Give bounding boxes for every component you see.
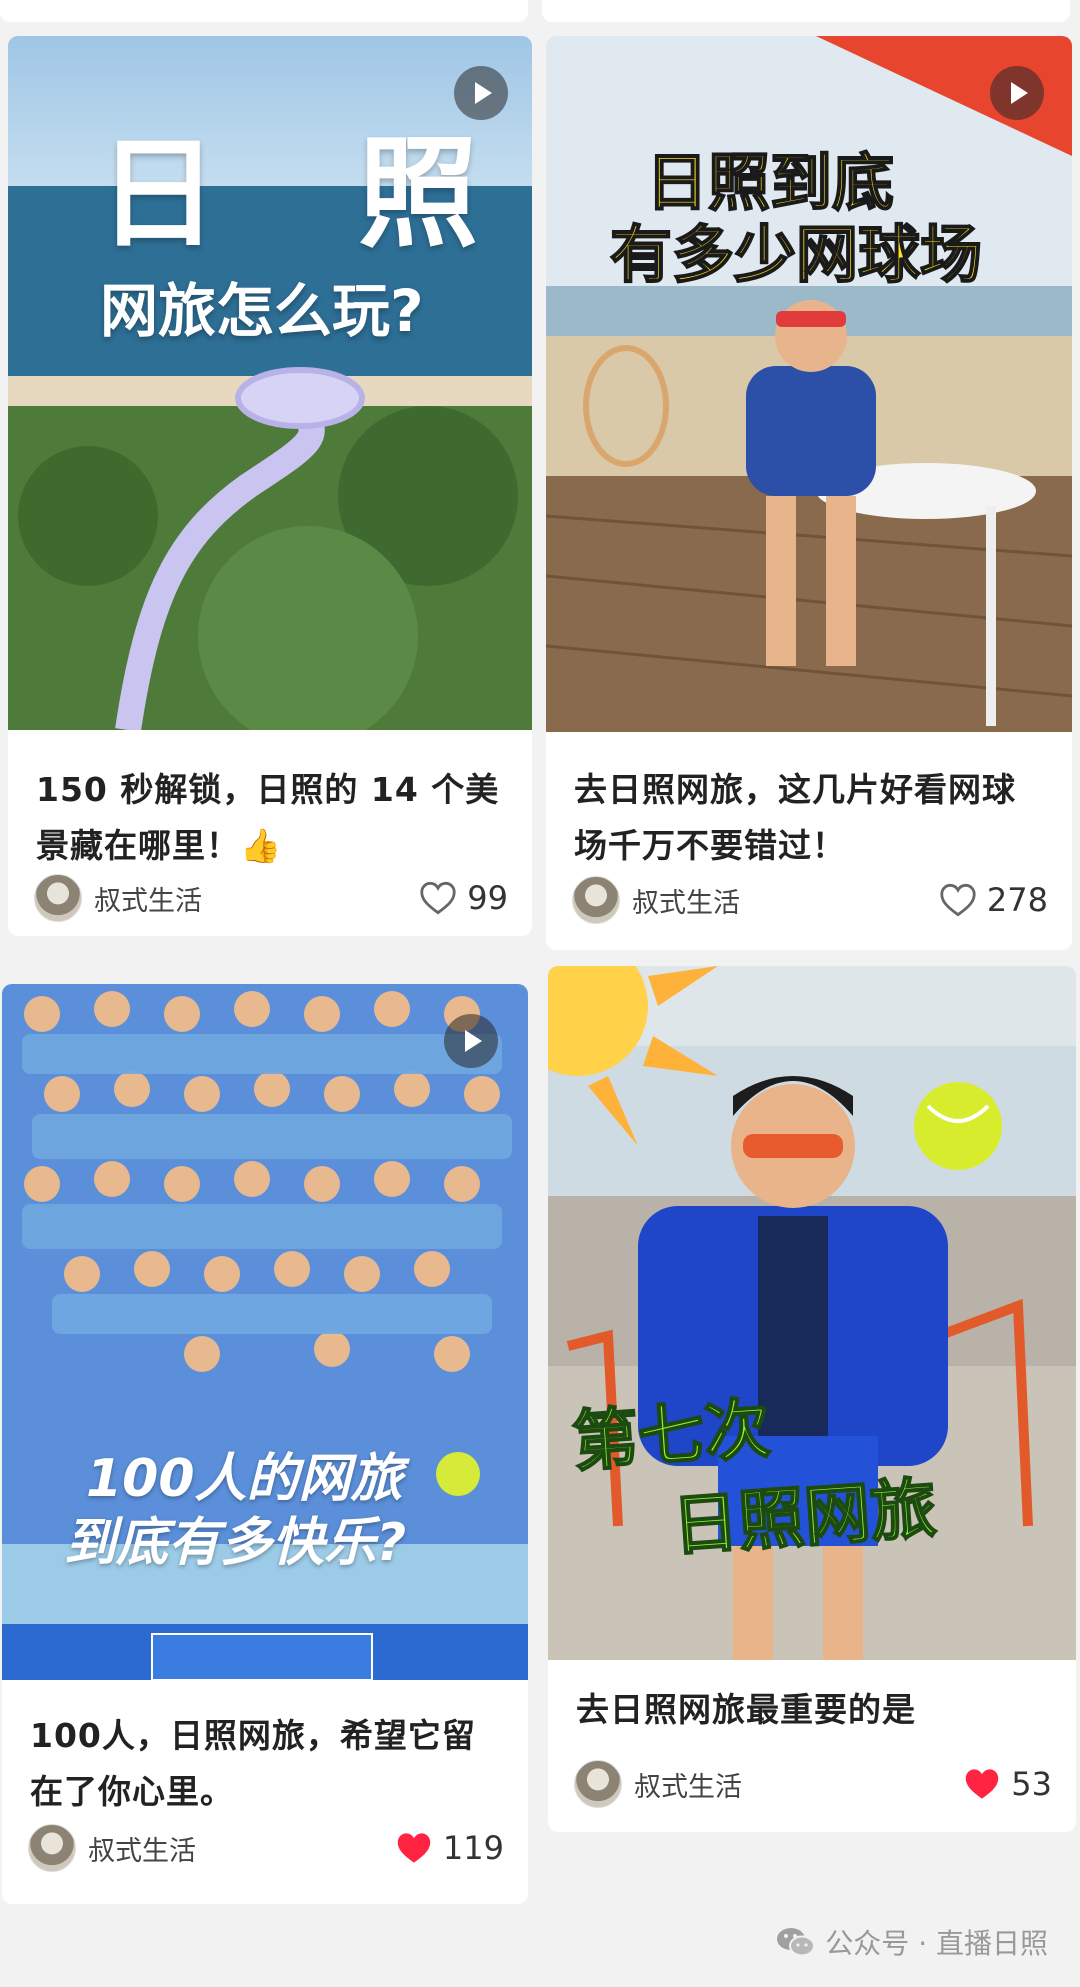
like-count: 278 (986, 881, 1048, 919)
note-card-2[interactable]: 日照到底 有多少网球场 去日照网旅，这几片好看网球场千万不要错过！ 叔式生活 2… (546, 36, 1072, 950)
watermark-text: 公众号 · 直播日照 (825, 1927, 1048, 1960)
note-card-3[interactable]: 100人的网旅 到底有多快乐? 100人，日照网旅，希望它留在了你心里。 叔式生… (2, 984, 528, 1904)
wechat-watermark: 公众号 · 直播日照 (775, 1922, 1048, 1962)
like-button[interactable]: 53 (963, 1765, 1052, 1803)
author-avatar[interactable] (34, 874, 82, 922)
wechat-icon (777, 1928, 816, 1957)
heart-filled-icon (397, 1833, 431, 1863)
like-count: 53 (1011, 1765, 1052, 1803)
author-name[interactable]: 叔式生活 (94, 879, 202, 918)
heart-filled-icon (966, 1769, 999, 1799)
card-1-meta: 叔式生活 99 (34, 872, 508, 924)
previous-card-bottom-right (542, 0, 1070, 22)
author-name[interactable]: 叔式生活 (632, 881, 740, 920)
video-play-icon (454, 66, 508, 120)
author-name[interactable]: 叔式生活 (634, 1765, 742, 1804)
card-2-title[interactable]: 去日照网旅，这几片好看网球场千万不要错过！ (574, 762, 1048, 874)
heart-outline-icon (420, 881, 456, 915)
heart-outline-icon (940, 883, 976, 917)
author-avatar[interactable] (574, 1760, 622, 1808)
author-avatar[interactable] (572, 876, 620, 924)
card-4-title[interactable]: 去日照网旅最重要的是 (576, 1682, 1052, 1738)
card-3-cover-headline-2: 到底有多快乐? (64, 1513, 407, 1573)
like-count: 99 (467, 879, 508, 917)
note-card-4[interactable]: 第七次 日照网旅 去日照网旅最重要的是 叔式生活 53 (548, 966, 1076, 1832)
card-1-cover-headline-2: 网旅怎么玩? (100, 277, 424, 345)
card-3-cover-image[interactable] (2, 984, 528, 1680)
author-avatar[interactable] (28, 1824, 76, 1872)
note-card-1[interactable]: 日 照 网旅怎么玩? 150 秒解锁，日照的 14 个美景藏在哪里！👍 叔式生活… (8, 36, 532, 936)
like-count: 119 (442, 1829, 504, 1867)
like-button[interactable]: 278 (939, 881, 1048, 919)
card-4-cover-headline-2: 日照网旅 (669, 1469, 940, 1566)
like-button[interactable]: 119 (395, 1829, 504, 1867)
card-1-cover-headline-1: 日 照 (98, 125, 488, 264)
like-button[interactable]: 99 (419, 879, 508, 917)
card-4-meta: 叔式生活 53 (574, 1758, 1052, 1810)
card-2-meta: 叔式生活 278 (572, 874, 1048, 926)
video-play-icon (444, 1014, 498, 1068)
previous-card-bottom-left (0, 0, 528, 22)
video-play-icon (990, 66, 1044, 120)
card-3-meta: 叔式生活 119 (28, 1822, 504, 1874)
card-3-title[interactable]: 100人，日照网旅，希望它留在了你心里。 (30, 1708, 504, 1820)
card-1-title[interactable]: 150 秒解锁，日照的 14 个美景藏在哪里！👍 (36, 762, 508, 874)
card-2-cover-headline-2: 有多少网球场 (609, 217, 983, 292)
author-name[interactable]: 叔式生活 (88, 1829, 196, 1868)
